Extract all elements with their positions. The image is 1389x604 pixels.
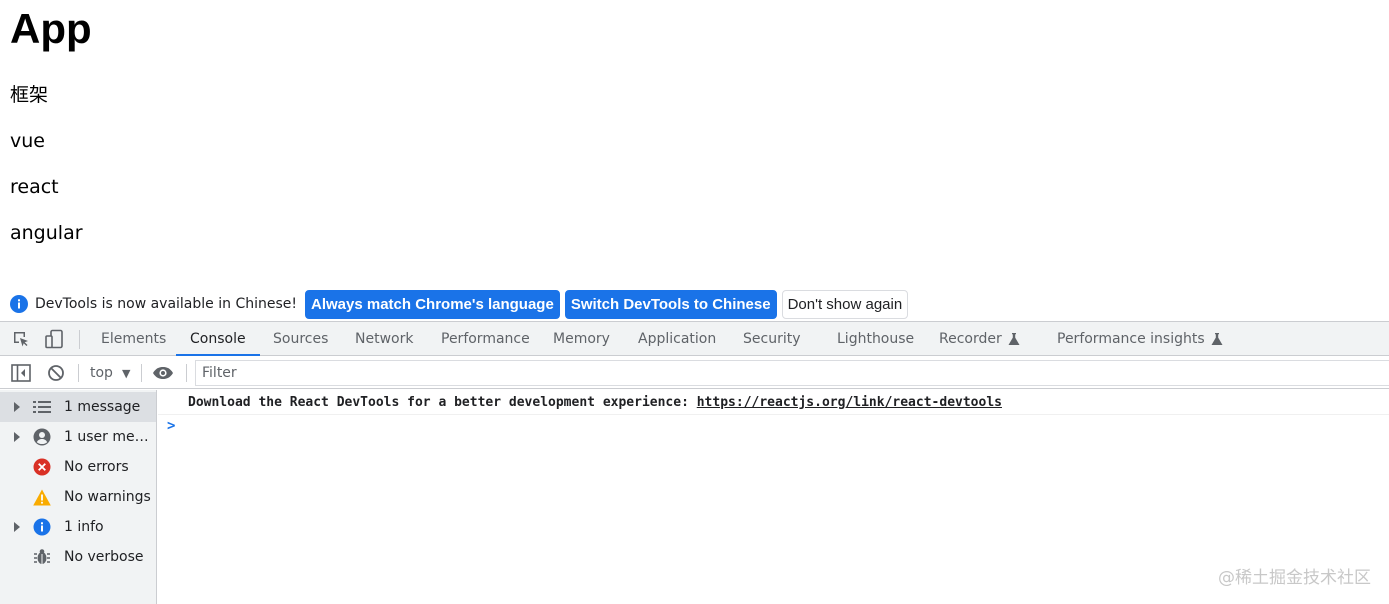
clear-console-icon[interactable]	[45, 362, 67, 384]
expand-arrow-icon[interactable]	[14, 432, 20, 442]
device-toolbar-icon[interactable]	[44, 329, 64, 349]
toolbar-separator	[141, 364, 142, 382]
sidebar-item-verbose[interactable]: No verbose	[0, 542, 156, 572]
tab-recorder[interactable]: Recorder	[925, 322, 1034, 356]
devtools-tabbar: Elements Console Sources Network Perform…	[0, 321, 1389, 356]
warning-icon	[33, 488, 51, 506]
context-selector[interactable]: top ▼	[90, 362, 130, 384]
infobar-message: DevTools is now available in Chinese!	[35, 296, 297, 312]
sidebar-item-label: 1 message	[64, 399, 141, 415]
list-icon	[33, 398, 51, 416]
filter-input[interactable]	[195, 360, 1389, 386]
tab-lighthouse[interactable]: Lighthouse	[823, 322, 928, 356]
sidebar-item-user-messages[interactable]: 1 user messages	[0, 422, 156, 452]
tab-application[interactable]: Application	[624, 322, 730, 356]
console-prompt-icon[interactable]: >	[167, 418, 175, 434]
expand-arrow-icon[interactable]	[14, 402, 20, 412]
tab-recorder-label: Recorder	[939, 331, 1002, 347]
language-infobar: DevTools is now available in Chinese! Al…	[0, 287, 1389, 321]
tab-security[interactable]: Security	[729, 322, 815, 356]
sidebar-item-label: 1 info	[64, 519, 104, 535]
tab-network[interactable]: Network	[341, 322, 427, 356]
tab-sources[interactable]: Sources	[259, 322, 342, 356]
context-selector-label: top	[90, 365, 113, 381]
bug-icon	[33, 548, 51, 566]
sidebar-item-label: No errors	[64, 459, 129, 475]
console-message: Download the React DevTools for a better…	[158, 390, 1389, 415]
tab-console[interactable]: Console	[176, 322, 260, 356]
watermark: @稀土掘金技术社区	[1218, 568, 1371, 588]
console-messages: Download the React DevTools for a better…	[158, 390, 1389, 604]
paragraph-framework: 框架	[10, 84, 49, 106]
paragraph-react: react	[10, 176, 59, 198]
expand-arrow-icon[interactable]	[14, 522, 20, 532]
tab-performance-insights[interactable]: Performance insights	[1043, 322, 1237, 356]
tab-memory[interactable]: Memory	[539, 322, 624, 356]
tab-performance[interactable]: Performance	[427, 322, 544, 356]
tabbar-separator	[79, 330, 80, 349]
console-message-text: Download the React DevTools for a better…	[188, 395, 697, 410]
toolbar-separator	[186, 364, 187, 382]
info-icon	[10, 295, 28, 313]
tab-elements[interactable]: Elements	[87, 322, 180, 356]
sidebar-item-label: No verbose	[64, 549, 144, 565]
page-title: App	[10, 5, 92, 52]
user-icon	[33, 428, 51, 446]
inspect-element-icon[interactable]	[11, 329, 31, 349]
paragraph-vue: vue	[10, 130, 45, 152]
sidebar-item-info[interactable]: 1 info	[0, 512, 156, 542]
dont-show-again-button[interactable]: Don't show again	[781, 289, 909, 319]
info-icon	[33, 518, 51, 536]
sidebar-item-warnings[interactable]: No warnings	[0, 482, 156, 512]
error-icon	[33, 458, 51, 476]
experiment-flask-icon	[1008, 332, 1020, 345]
sidebar-item-label: No warnings	[64, 489, 151, 505]
switch-to-chinese-button[interactable]: Switch DevTools to Chinese	[564, 289, 777, 319]
toolbar-separator	[78, 364, 79, 382]
always-match-language-button[interactable]: Always match Chrome's language	[305, 289, 560, 319]
sidebar-item-errors[interactable]: No errors	[0, 452, 156, 482]
dropdown-arrow-icon: ▼	[121, 366, 131, 380]
show-sidebar-icon[interactable]	[10, 362, 32, 384]
console-toolbar: top ▼	[0, 356, 1389, 389]
sidebar-item-label: 1 user messages	[64, 429, 154, 445]
experiment-flask-icon	[1211, 332, 1223, 345]
react-devtools-link[interactable]: https://reactjs.org/link/react-devtools	[697, 395, 1002, 410]
paragraph-angular: angular	[10, 222, 83, 244]
console-sidebar: 1 message 1 user messages No errors No w…	[0, 390, 157, 604]
page-content: App 框架 vue react angular	[0, 0, 1389, 288]
sidebar-item-messages[interactable]: 1 message	[0, 392, 156, 422]
live-expression-eye-icon[interactable]	[152, 362, 174, 384]
tab-performance-insights-label: Performance insights	[1057, 331, 1205, 347]
